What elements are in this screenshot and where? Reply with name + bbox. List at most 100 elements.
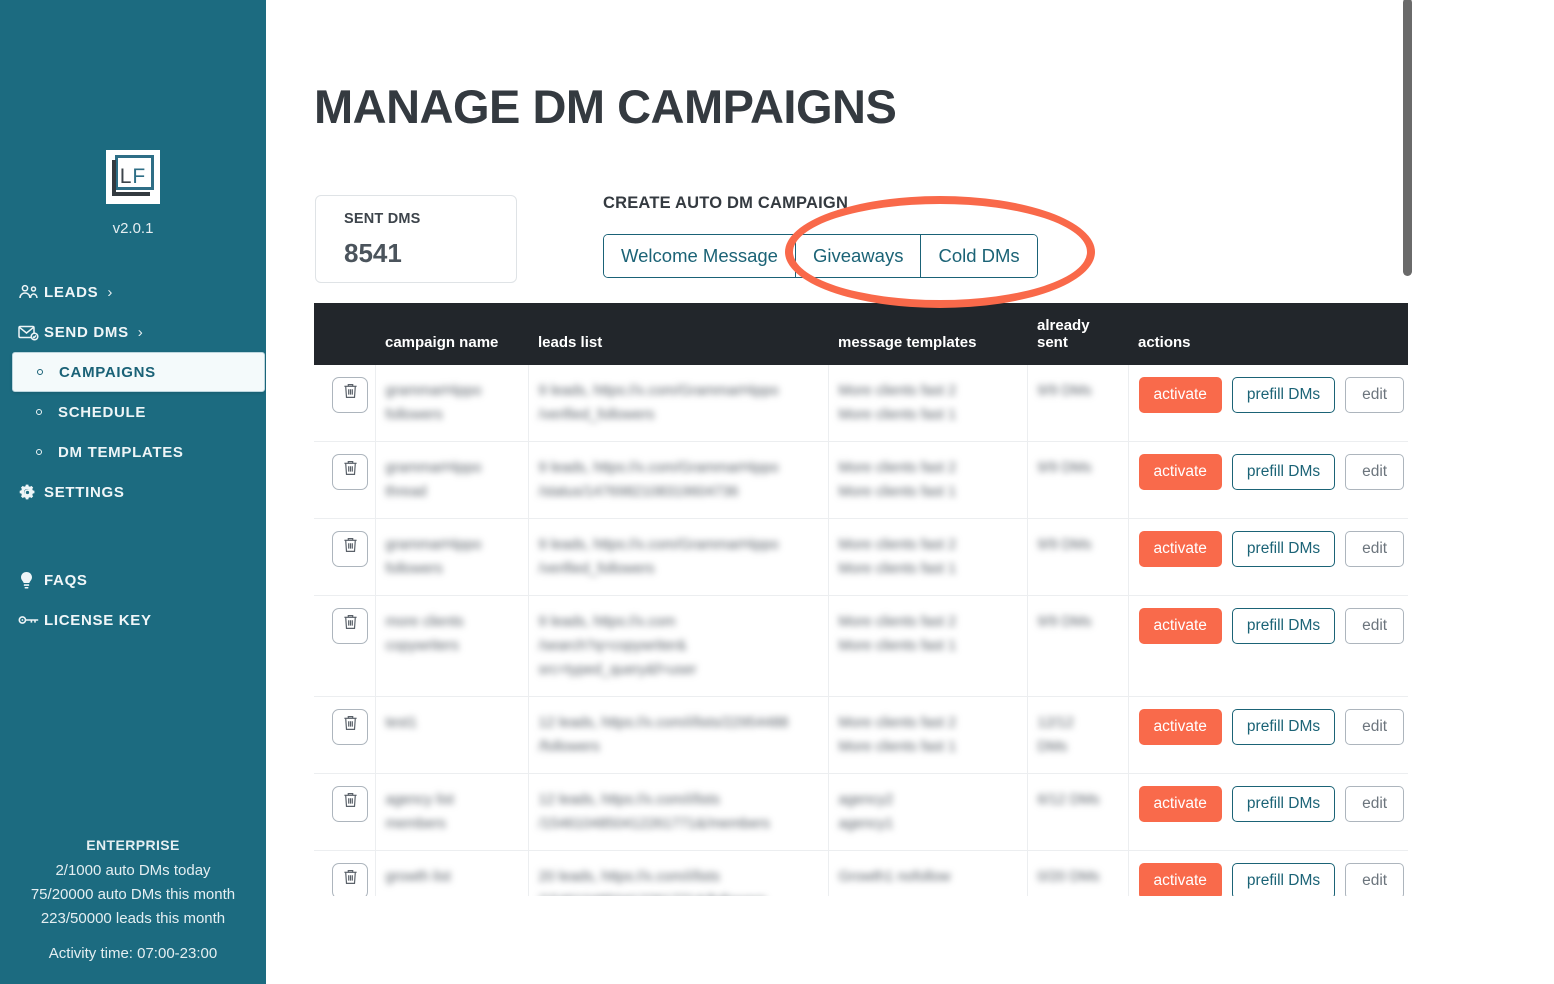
sent-dms-value: 8541 <box>344 238 402 268</box>
activate-button[interactable]: activate <box>1138 454 1222 490</box>
bullet-icon <box>37 369 43 375</box>
trash-icon <box>342 714 359 740</box>
cell-message-templates: agency2 agency1 <box>828 773 1028 851</box>
table-row: grammarHippo followers 9 leads, https://x.… <box>314 365 1408 442</box>
edit-button[interactable]: edit <box>1345 863 1405 896</box>
cell-leads-list: 20 leads, https://x.com/i/lists/15461048… <box>528 850 829 896</box>
cell-actions: activate prefill DMs edit <box>1128 773 1408 851</box>
col-header-already-sent-line2: sent <box>1037 334 1068 351</box>
edit-button[interactable]: edit <box>1345 709 1405 745</box>
sidebar-item-label: SEND DMS <box>44 323 129 341</box>
prefill-dms-button[interactable]: prefill DMs <box>1231 709 1336 745</box>
sidebar-item-faqs[interactable]: FAQS <box>0 560 266 600</box>
cell-delete <box>314 441 376 519</box>
edit-button[interactable]: edit <box>1345 531 1405 567</box>
prefill-dms-button[interactable]: prefill DMs <box>1231 863 1336 896</box>
cell-leads-list: 9 leads, https://x.com/GrammarHippo/stat… <box>528 441 829 519</box>
tab-cold-dms[interactable]: Cold DMs <box>921 235 1037 277</box>
sidebar-item-campaigns[interactable]: CAMPAIGNS <box>12 352 265 392</box>
cell-actions: activate prefill DMs edit <box>1128 696 1408 774</box>
activate-button[interactable]: activate <box>1138 709 1222 745</box>
trash-icon <box>342 791 359 817</box>
monthly-quota: 75/20000 auto DMs this month <box>30 886 236 903</box>
action-buttons: activate prefill DMs edit <box>1138 377 1405 413</box>
gear-icon <box>18 482 44 502</box>
cell-already-sent: 12/12 DMs <box>1027 696 1129 774</box>
cell-leads-list: 12 leads, https://x.com/i/lists/22954488… <box>528 696 829 774</box>
edit-button[interactable]: edit <box>1345 786 1405 822</box>
trash-icon <box>342 613 359 639</box>
tab-welcome-message[interactable]: Welcome Message <box>604 235 796 277</box>
app-window: LF v2.0.1 LEADS › SEND DMS › CAMPAIGNS S… <box>0 0 1554 984</box>
cell-message-templates: More clients fast 2 More clients fast 1 <box>828 696 1028 774</box>
leads-quota: 223/50000 leads this month <box>40 910 226 927</box>
activate-button[interactable]: activate <box>1138 531 1222 567</box>
col-header-delete <box>314 303 375 365</box>
action-buttons: activate prefill DMs edit <box>1138 454 1405 490</box>
delete-campaign-button[interactable] <box>332 786 368 822</box>
activate-button[interactable]: activate <box>1138 786 1222 822</box>
cell-already-sent: 6/12 DMs <box>1027 773 1129 851</box>
cell-delete <box>314 850 376 896</box>
delete-campaign-button[interactable] <box>332 454 368 490</box>
cell-message-templates: More clients fast 2 More clients fast 1 <box>828 595 1028 697</box>
sent-dms-card: SENT DMS 8541 <box>315 195 517 283</box>
cell-actions: activate prefill DMs edit <box>1128 850 1408 896</box>
tab-giveaways[interactable]: Giveaways <box>795 235 922 277</box>
delete-campaign-button[interactable] <box>332 863 368 896</box>
cell-campaign-name: grammarHippo followers <box>375 365 529 442</box>
prefill-dms-button[interactable]: prefill DMs <box>1231 531 1336 567</box>
table-scrollbar-thumb[interactable] <box>1403 0 1412 276</box>
cell-already-sent: 0/20 DMs <box>1027 850 1129 896</box>
cell-delete <box>314 365 376 442</box>
cell-actions: activate prefill DMs edit <box>1128 518 1408 596</box>
cell-already-sent: 9/9 DMs <box>1027 365 1129 442</box>
edit-button[interactable]: edit <box>1345 377 1405 413</box>
action-buttons: activate prefill DMs edit <box>1138 786 1405 822</box>
sidebar-item-send-dms[interactable]: SEND DMS › <box>0 312 266 352</box>
delete-campaign-button[interactable] <box>332 709 368 745</box>
sidebar-item-label: FAQS <box>44 571 88 589</box>
logo-letter-l: L <box>119 165 133 188</box>
col-header-leads-list: leads list <box>528 303 828 365</box>
delete-campaign-button[interactable] <box>332 531 368 567</box>
prefill-dms-button[interactable]: prefill DMs <box>1231 608 1336 644</box>
create-campaign-heading: CREATE AUTO DM CAMPAIGN <box>603 194 849 212</box>
daily-quota: 2/1000 auto DMs today <box>55 862 211 879</box>
activate-button[interactable]: activate <box>1138 377 1222 413</box>
brand-logo: LF v2.0.1 <box>0 150 266 237</box>
delete-campaign-button[interactable] <box>332 377 368 413</box>
prefill-dms-button[interactable]: prefill DMs <box>1231 786 1336 822</box>
table-row: test1 12 leads, https://x.com/i/lists/229… <box>314 696 1408 774</box>
activate-button[interactable]: activate <box>1138 608 1222 644</box>
activate-button[interactable]: activate <box>1138 863 1222 896</box>
trash-icon <box>342 536 359 562</box>
cell-campaign-name: more clients copywriters <box>375 595 529 697</box>
prefill-dms-button[interactable]: prefill DMs <box>1231 377 1336 413</box>
activity-time: Activity time: 07:00-23:00 <box>48 945 218 962</box>
cell-actions: activate prefill DMs edit <box>1128 595 1408 697</box>
action-buttons: activate prefill DMs edit <box>1138 608 1405 644</box>
col-header-actions: actions <box>1128 303 1408 365</box>
cell-campaign-name: growth list <box>375 850 529 896</box>
sidebar-item-schedule[interactable]: SCHEDULE <box>12 392 265 432</box>
cell-campaign-name: grammarHippo followers <box>375 518 529 596</box>
cell-message-templates: Growth1 nofollow <box>828 850 1028 896</box>
sidebar-item-license-key[interactable]: LICENSE KEY <box>0 600 266 640</box>
edit-button[interactable]: edit <box>1345 454 1405 490</box>
sidebar-item-settings[interactable]: SETTINGS <box>0 472 266 512</box>
lightbulb-icon <box>18 570 44 590</box>
edit-button[interactable]: edit <box>1345 608 1405 644</box>
sidebar-item-dm-templates[interactable]: DM TEMPLATES <box>12 432 265 472</box>
logo-letter-f: F <box>132 165 147 188</box>
delete-campaign-button[interactable] <box>332 608 368 644</box>
table-body: grammarHippo followers 9 leads, https://x.… <box>314 365 1408 896</box>
col-header-message-templates: message templates <box>828 303 1027 365</box>
table-row: agency list members 12 leads, https://x.co… <box>314 773 1408 851</box>
cell-leads-list: 9 leads, https://x.com/GrammarHippo/veri… <box>528 518 829 596</box>
cell-already-sent: 9/9 DMs <box>1027 595 1129 697</box>
prefill-dms-button[interactable]: prefill DMs <box>1231 454 1336 490</box>
trash-icon <box>342 868 359 894</box>
cell-delete <box>314 773 376 851</box>
sidebar-item-leads[interactable]: LEADS › <box>0 272 266 312</box>
